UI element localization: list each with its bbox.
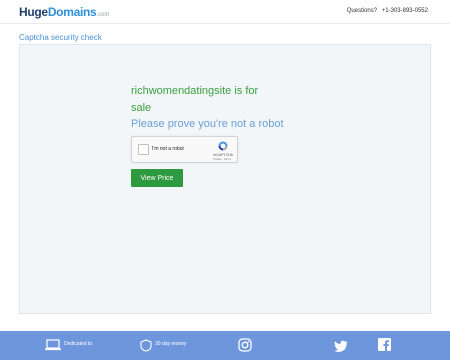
logo-huge-text: Huge <box>19 5 48 19</box>
questions-label: Questions? <box>346 8 378 14</box>
breadcrumb[interactable]: Captcha security check <box>19 33 102 42</box>
recaptcha-widget: I'm not a robot reCAPTCHA Privacy - Term… <box>131 136 238 163</box>
instagram-icon <box>238 338 252 352</box>
view-price-button[interactable]: View Price <box>131 169 183 187</box>
recaptcha-brand: reCAPTCHA <box>213 153 233 157</box>
footer-item-label: Dedicated to <box>64 341 93 347</box>
recaptcha-logo-icon <box>218 141 228 151</box>
laptop-icon <box>45 339 61 351</box>
robot-prompt: Please prove you're not a robot <box>131 118 284 130</box>
footer-item-label: 30 day money <box>155 341 187 347</box>
page-title: richwomendatingsite is for sale <box>131 85 259 114</box>
recaptcha-checkbox[interactable] <box>138 144 149 155</box>
site-footer: Dedicated to 30 day money <box>0 331 450 360</box>
header-contact: Questions? +1-303-893-0552 <box>347 8 428 14</box>
recaptcha-checkbox-label: I'm not a robot <box>152 146 184 152</box>
recaptcha-links[interactable]: Privacy - Terms <box>213 158 231 161</box>
logo-domains-text: Domains <box>47 5 97 19</box>
twitter-icon <box>334 340 348 352</box>
site-header: HugeDomains.com Questions? +1-303-893-05… <box>0 0 450 24</box>
hugedomains-logo[interactable]: HugeDomains.com <box>19 5 109 19</box>
logo-com-text: .com <box>96 12 110 18</box>
phone-number[interactable]: +1-303-893-0552 <box>382 8 428 14</box>
facebook-icon <box>378 338 391 351</box>
shield-icon <box>140 339 152 352</box>
